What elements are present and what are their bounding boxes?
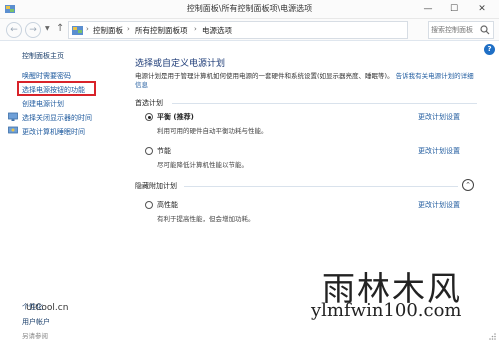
sidebar-item-require-password[interactable]: 唤醒时需要密码 bbox=[22, 71, 71, 81]
forward-button[interactable]: → bbox=[25, 22, 41, 38]
address-bar[interactable]: › 控制面板 › 所有控制面板项 › 电源选项 ▼ ↻ bbox=[68, 21, 472, 39]
sidebar-item-sleep-time[interactable]: 更改计算机睡眠时间 bbox=[22, 127, 85, 137]
search-box[interactable] bbox=[428, 21, 494, 39]
control-panel-icon bbox=[72, 26, 83, 35]
breadcrumb-power-options[interactable]: 电源选项 bbox=[202, 25, 232, 36]
watermark-url: ylmfwin100.com bbox=[311, 300, 462, 321]
plan-desc-balanced: 利用可用的硬件自动平衡功耗与性能。 bbox=[157, 127, 268, 135]
resize-grip-icon[interactable] bbox=[488, 332, 497, 341]
see-also-heading: 另请参阅 bbox=[22, 332, 48, 340]
see-also-user-accounts[interactable]: 用户帐户 bbox=[22, 317, 50, 327]
plan-name-high-performance[interactable]: 高性能 bbox=[157, 200, 178, 210]
breadcrumb-control-panel[interactable]: 控制面板 bbox=[93, 25, 123, 36]
minimize-button[interactable]: — bbox=[415, 1, 441, 17]
section-divider bbox=[172, 103, 477, 104]
collapse-hidden-plans-button[interactable]: ⌃ bbox=[462, 179, 474, 191]
highlight-box bbox=[17, 81, 96, 96]
close-button[interactable]: ✕ bbox=[467, 1, 497, 17]
radio-high-performance[interactable] bbox=[145, 201, 153, 209]
radio-balanced[interactable] bbox=[145, 113, 153, 121]
see-also-personalization[interactable]: 个性化 bbox=[22, 302, 43, 312]
sleep-icon bbox=[8, 126, 18, 134]
plan-desc-power-saver: 尽可能降低计算机性能以节能。 bbox=[157, 161, 248, 169]
navigation-bar: ← → ▼ ↑ › 控制面板 › 所有控制面板项 › 电源选项 ▼ ↻ bbox=[0, 19, 499, 41]
sidebar-item-control-panel-home[interactable]: 控制面板主页 bbox=[22, 51, 64, 61]
sidebar-item-display-off[interactable]: 选择关闭显示器的时间 bbox=[22, 113, 92, 123]
change-plan-settings-power-saver[interactable]: 更改计划设置 bbox=[418, 146, 460, 156]
search-icon[interactable] bbox=[480, 25, 490, 35]
back-button[interactable]: ← bbox=[6, 22, 22, 38]
up-button[interactable]: ↑ bbox=[56, 23, 64, 34]
sidebar-item-create-plan[interactable]: 创建电源计划 bbox=[22, 99, 64, 109]
plan-name-power-saver[interactable]: 节能 bbox=[157, 146, 171, 156]
recent-locations-dropdown-icon[interactable]: ▼ bbox=[45, 25, 50, 32]
search-input[interactable] bbox=[431, 23, 481, 37]
page-title: 选择或自定义电源计划 bbox=[135, 59, 226, 69]
maximize-button[interactable]: ☐ bbox=[441, 1, 467, 17]
change-plan-settings-balanced[interactable]: 更改计划设置 bbox=[418, 112, 460, 122]
monitor-power-icon bbox=[8, 112, 18, 121]
page-description: 电源计划是用于管理计算机如何使用电源的一套硬件和系统设置(如显示器亮度、睡眠等)… bbox=[135, 72, 480, 90]
breadcrumb-all-items[interactable]: 所有控制面板项 bbox=[135, 25, 188, 36]
section-divider bbox=[184, 186, 458, 187]
plan-desc-high-performance: 有利于提高性能，但会增加功耗。 bbox=[157, 215, 255, 223]
change-plan-settings-high-performance[interactable]: 更改计划设置 bbox=[418, 200, 460, 210]
section-preferred-plans: 首选计划 bbox=[135, 99, 163, 107]
breadcrumb-separator: › bbox=[194, 25, 197, 33]
plan-name-balanced[interactable]: 平衡 (推荐) bbox=[157, 112, 194, 122]
description-text: 电源计划是用于管理计算机如何使用电源的一套硬件和系统设置(如显示器亮度、睡眠等)… bbox=[135, 72, 394, 80]
breadcrumb-separator: › bbox=[86, 25, 89, 33]
radio-power-saver[interactable] bbox=[145, 147, 153, 155]
breadcrumb-separator: › bbox=[127, 25, 130, 33]
title-bar: 控制面板\所有控制面板项\电源选项 — ☐ ✕ bbox=[0, 0, 499, 19]
section-hidden-plans[interactable]: 隐藏附加计划 bbox=[135, 181, 177, 191]
